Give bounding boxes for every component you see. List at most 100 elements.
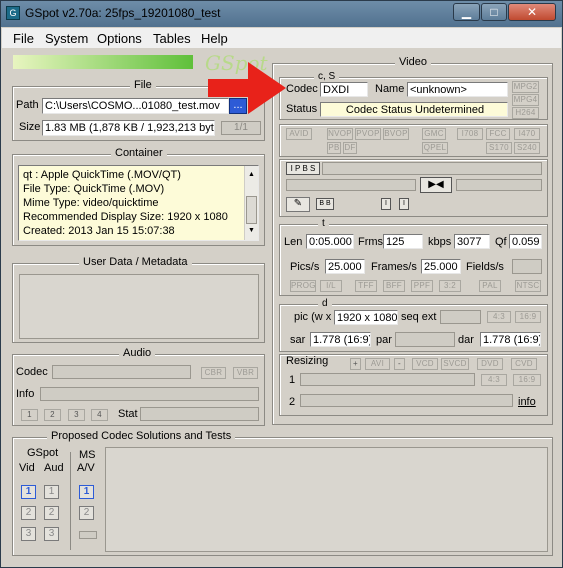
- page-indicator: 1/1: [221, 121, 261, 135]
- resizing-label: Resizing: [286, 355, 329, 367]
- prog-tag: PROG: [290, 280, 316, 292]
- container-group: Container qt : Apple QuickTime (.MOV/QT)…: [12, 147, 265, 246]
- pics-field: 25.000: [325, 259, 365, 274]
- ms-av-2-button[interactable]: 2: [79, 506, 94, 520]
- video-name-field: <unknown>: [407, 82, 508, 97]
- gspot-aud-1-button[interactable]: 1: [44, 485, 59, 499]
- menu-help[interactable]: Help: [201, 31, 228, 46]
- frms-label: Frms: [358, 236, 384, 248]
- dar-field: 1.778 (16:9): [480, 332, 541, 347]
- audio-stream-2[interactable]: 2: [44, 409, 61, 421]
- seqext-field: [440, 310, 481, 324]
- dar-label: dar: [458, 334, 474, 346]
- audio-stream-3[interactable]: 3: [68, 409, 85, 421]
- t-label: t: [318, 218, 329, 229]
- vid-label: Vid: [19, 462, 35, 474]
- cbr-tag: CBR: [201, 367, 226, 379]
- vbr-tag: VBR: [233, 367, 258, 379]
- split-arrows-icon[interactable]: ▶◀: [420, 177, 452, 193]
- resize-4-3-tag: 4:3: [481, 374, 507, 386]
- title-bar: G GSpot v2.70a: 25fps_19201080_test ▁ □ …: [1, 1, 562, 27]
- ms-av-1-button[interactable]: 1: [79, 485, 94, 499]
- container-info-list: qt : Apple QuickTime (.MOV/QT) File Type…: [18, 165, 259, 241]
- gspot-vid-3-button[interactable]: 3: [21, 527, 36, 541]
- gop-bar-3: [456, 179, 542, 191]
- audio-stat-label: Stat: [118, 408, 138, 420]
- gop-bar: [322, 162, 542, 175]
- len-field: 0:05.000: [306, 234, 354, 249]
- scroll-up-icon[interactable]: ▲: [248, 168, 255, 182]
- menu-system[interactable]: System: [45, 31, 88, 46]
- i-indicator-2: I: [399, 198, 409, 210]
- minimize-button[interactable]: ▁: [453, 3, 480, 21]
- s240-flag: S240: [514, 142, 540, 154]
- gspot-aud-2-button[interactable]: 2: [44, 506, 59, 520]
- resize-dvd-button[interactable]: DVD: [477, 358, 503, 370]
- video-group: Video c, S Codec DXDI Name <unknown> Sta…: [272, 56, 553, 425]
- resize-svcd-button[interactable]: SVCD: [441, 358, 469, 370]
- pal-tag: PAL: [479, 280, 501, 292]
- gop-bar-2: [286, 179, 416, 191]
- container-line: Mime Type: video/quicktime: [23, 197, 159, 209]
- video-codec-field: DXDI: [320, 82, 368, 97]
- menu-tables[interactable]: Tables: [153, 31, 191, 46]
- dimensions-subgroup: d pic (w x 1920 x 1080 seq ext 4:3 16:9 …: [279, 298, 548, 352]
- audio-stream-1[interactable]: 1: [21, 409, 38, 421]
- audio-stat-field: [140, 407, 259, 421]
- close-button[interactable]: ✕: [508, 3, 556, 21]
- resize-add-button[interactable]: +: [350, 358, 361, 370]
- tff-tag: TFF: [355, 280, 377, 292]
- audio-stream-4[interactable]: 4: [91, 409, 108, 421]
- avid-flag: AVID: [286, 128, 312, 140]
- resize-cvd-button[interactable]: CVD: [511, 358, 537, 370]
- pic-field: 1920 x 1080: [334, 310, 398, 325]
- menu-file[interactable]: File: [13, 31, 34, 46]
- pvop-flag: PVOP: [355, 128, 381, 140]
- cs-label: c, S: [314, 71, 340, 82]
- kbps-label: kbps: [428, 236, 452, 248]
- ppf-tag: PPF: [411, 280, 433, 292]
- container-scrollbar[interactable]: ▲ ▼: [244, 166, 258, 240]
- menu-options[interactable]: Options: [97, 31, 142, 46]
- proposed-group: Proposed Codec Solutions and Tests GSpot…: [12, 430, 553, 556]
- resize-avi-button[interactable]: AVI: [365, 358, 390, 370]
- resize-vcd-button[interactable]: VCD: [412, 358, 438, 370]
- path-field[interactable]: C:\Users\COSMO...01080_test.mov: [42, 98, 229, 114]
- sar-label: sar: [290, 334, 306, 346]
- resize-row-2-label: 2: [289, 396, 296, 408]
- video-name-label: Name: [375, 83, 405, 95]
- scroll-down-icon[interactable]: ▼: [248, 224, 255, 238]
- gspot-aud-3-button[interactable]: 3: [44, 527, 59, 541]
- gspot-vid-2-button[interactable]: 2: [21, 506, 36, 520]
- scroll-thumb[interactable]: [246, 196, 257, 224]
- pulldown-tag: 3:2: [439, 280, 461, 292]
- window-title: GSpot v2.70a: 25fps_19201080_test: [25, 6, 221, 20]
- resize-remove-button[interactable]: -: [394, 358, 405, 370]
- len-label: Len: [284, 236, 303, 248]
- d-label: d: [318, 298, 332, 309]
- il-tag: I/L: [320, 280, 342, 292]
- resize-16-9-tag: 16:9: [513, 374, 541, 386]
- pic-label: pic (w x: [294, 311, 332, 323]
- ar-16-9-tag: 16:9: [515, 311, 541, 323]
- frames-field: 25.000: [421, 259, 461, 274]
- container-line: Recommended Display Size: 1920 x 1080: [23, 211, 228, 223]
- gspot-vid-1-button[interactable]: 1: [21, 485, 36, 499]
- proposed-divider: [70, 452, 71, 550]
- audio-group: Audio Codec CBR VBR Info 1 2 3 4 Stat: [12, 347, 265, 426]
- info-link[interactable]: info: [518, 396, 536, 408]
- container-line: qt : Apple QuickTime (.MOV/QT): [23, 169, 181, 181]
- userdata-group: User Data / Metadata: [12, 256, 265, 343]
- app-icon: G: [6, 6, 20, 20]
- mpg2-tag: MPG2: [512, 81, 539, 93]
- size-field: 1.83 MB (1,878 KB / 1,923,213 byte: [42, 120, 215, 136]
- i470-flag: I470: [514, 128, 540, 140]
- fcc-flag: FCC: [486, 128, 510, 140]
- progress-strip: [13, 55, 193, 69]
- maximize-button[interactable]: □: [481, 3, 507, 21]
- mpg4-tag: MPG4: [512, 94, 539, 106]
- audio-info-label: Info: [16, 388, 35, 400]
- resize-row-1-label: 1: [289, 374, 296, 386]
- edit-icon[interactable]: ✎: [286, 197, 310, 212]
- kbps-field: 3077: [454, 234, 490, 249]
